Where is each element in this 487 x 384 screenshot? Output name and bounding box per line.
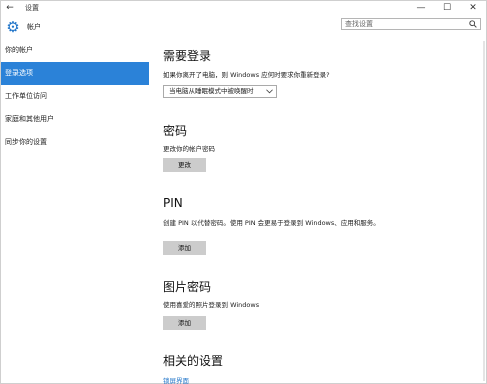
chevron-down-icon bbox=[266, 89, 273, 94]
minimize-button[interactable]: — bbox=[408, 1, 434, 15]
password-heading: 密码 bbox=[163, 124, 188, 138]
page-title: 帐户 bbox=[27, 23, 41, 31]
add-pin-button[interactable]: 添加 bbox=[163, 241, 206, 255]
picture-password-heading: 图片密码 bbox=[163, 280, 212, 294]
sidebar-item-work-access[interactable]: 工作单位访问 bbox=[1, 85, 149, 108]
sidebar-item-sign-in-options[interactable]: 登录选项 bbox=[1, 62, 149, 85]
search-input[interactable] bbox=[342, 19, 463, 29]
sidebar-item-sync-settings[interactable]: 同步你的设置 bbox=[1, 131, 149, 154]
sidebar-item-family-users[interactable]: 家庭和其他用户 bbox=[1, 108, 149, 131]
picture-password-description: 使用喜爱的照片登录到 Windows bbox=[163, 301, 260, 309]
window-controls: — ☐ ✕ bbox=[408, 1, 486, 15]
require-signin-heading: 需要登录 bbox=[163, 49, 212, 63]
change-password-button[interactable]: 更改 bbox=[163, 158, 206, 172]
close-button[interactable]: ✕ bbox=[460, 1, 486, 15]
gear-icon: ⚙ bbox=[6, 18, 20, 36]
sidebar: 你的帐户 登录选项 工作单位访问 家庭和其他用户 同步你的设置 bbox=[1, 39, 149, 154]
maximize-button[interactable]: ☐ bbox=[434, 1, 460, 15]
title-bar: ← 设置 — ☐ ✕ bbox=[1, 1, 486, 15]
scrollbar[interactable] bbox=[483, 41, 485, 381]
pin-description: 创建 PIN 以代替密码。使用 PIN 会更易于登录到 Windows、应用和服… bbox=[163, 219, 380, 227]
back-arrow-icon[interactable]: ← bbox=[1, 1, 19, 15]
related-settings-heading: 相关的设置 bbox=[163, 354, 224, 368]
window-title: 设置 bbox=[25, 4, 39, 12]
sidebar-item-your-account[interactable]: 你的帐户 bbox=[1, 39, 149, 62]
search-box[interactable] bbox=[341, 18, 481, 30]
add-picture-password-button[interactable]: 添加 bbox=[163, 316, 206, 330]
require-signin-dropdown[interactable]: 当电脑从睡眠模式中被唤醒时 bbox=[163, 85, 277, 98]
password-description: 更改你的帐户密码 bbox=[163, 145, 215, 153]
settings-window: ← 设置 — ☐ ✕ ⚙ 帐户 你的帐户 登录选项 工作单位访问 家庭和其他用户… bbox=[0, 0, 487, 384]
page-header: ⚙ 帐户 bbox=[1, 15, 486, 39]
require-signin-description: 如果你离开了电脑，则 Windows 应何时要求你重新登录? bbox=[163, 71, 330, 79]
dropdown-selected-value: 当电脑从睡眠模式中被唤醒时 bbox=[169, 87, 254, 95]
pin-heading: PIN bbox=[163, 196, 183, 210]
search-icon[interactable] bbox=[469, 20, 477, 28]
lock-screen-link[interactable]: 锁屏界面 bbox=[163, 375, 189, 384]
